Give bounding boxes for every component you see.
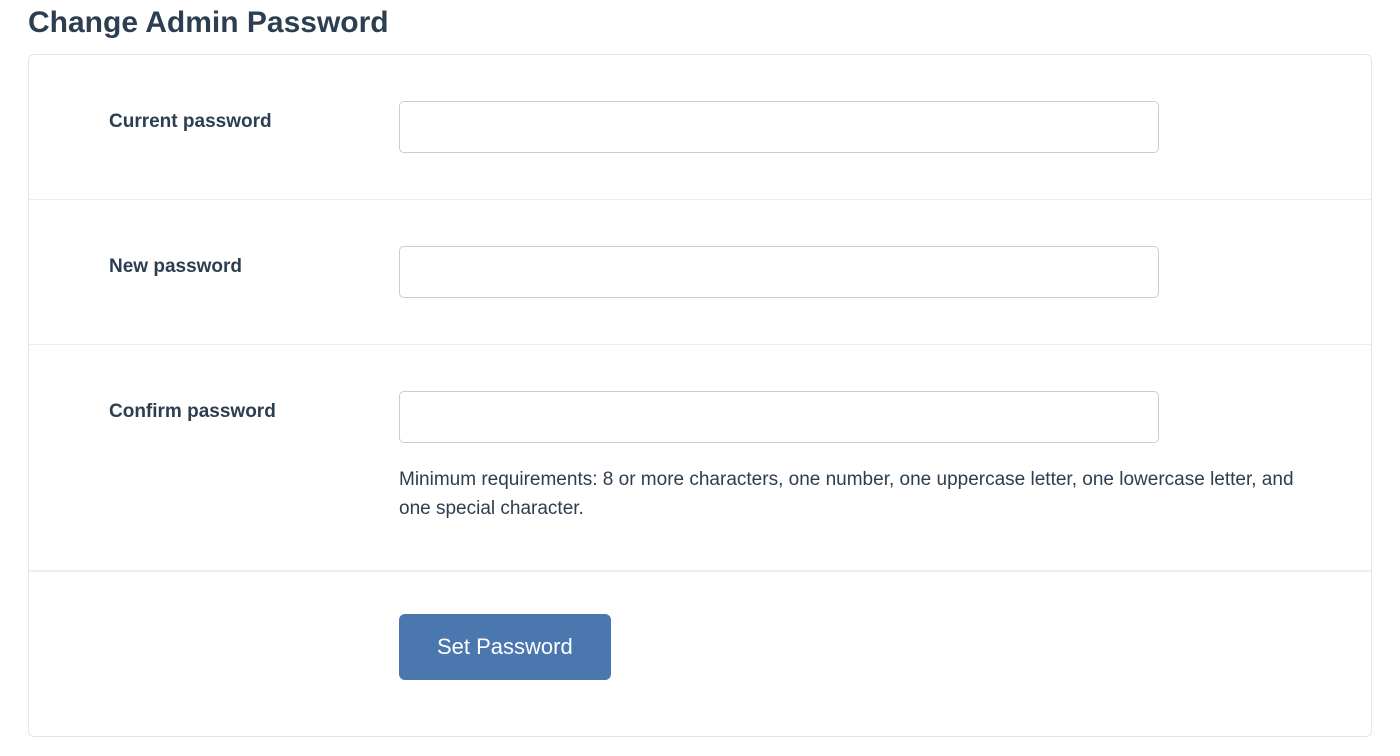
actions-row: Set Password: [29, 571, 1371, 736]
password-requirements-text: Minimum requirements: 8 or more characte…: [399, 465, 1311, 524]
confirm-password-label: Confirm password: [109, 401, 276, 422]
page-title: Change Admin Password: [28, 6, 1372, 40]
confirm-password-input[interactable]: [399, 391, 1159, 443]
change-password-panel: Current password New password Confirm pa…: [28, 54, 1372, 737]
current-password-label: Current password: [109, 111, 272, 132]
new-password-row: New password: [29, 200, 1371, 345]
current-password-input[interactable]: [399, 101, 1159, 153]
new-password-input[interactable]: [399, 246, 1159, 298]
new-password-label: New password: [109, 256, 242, 277]
confirm-password-row: Confirm password Minimum requirements: 8…: [29, 345, 1371, 571]
set-password-button[interactable]: Set Password: [399, 614, 611, 680]
current-password-row: Current password: [29, 55, 1371, 200]
